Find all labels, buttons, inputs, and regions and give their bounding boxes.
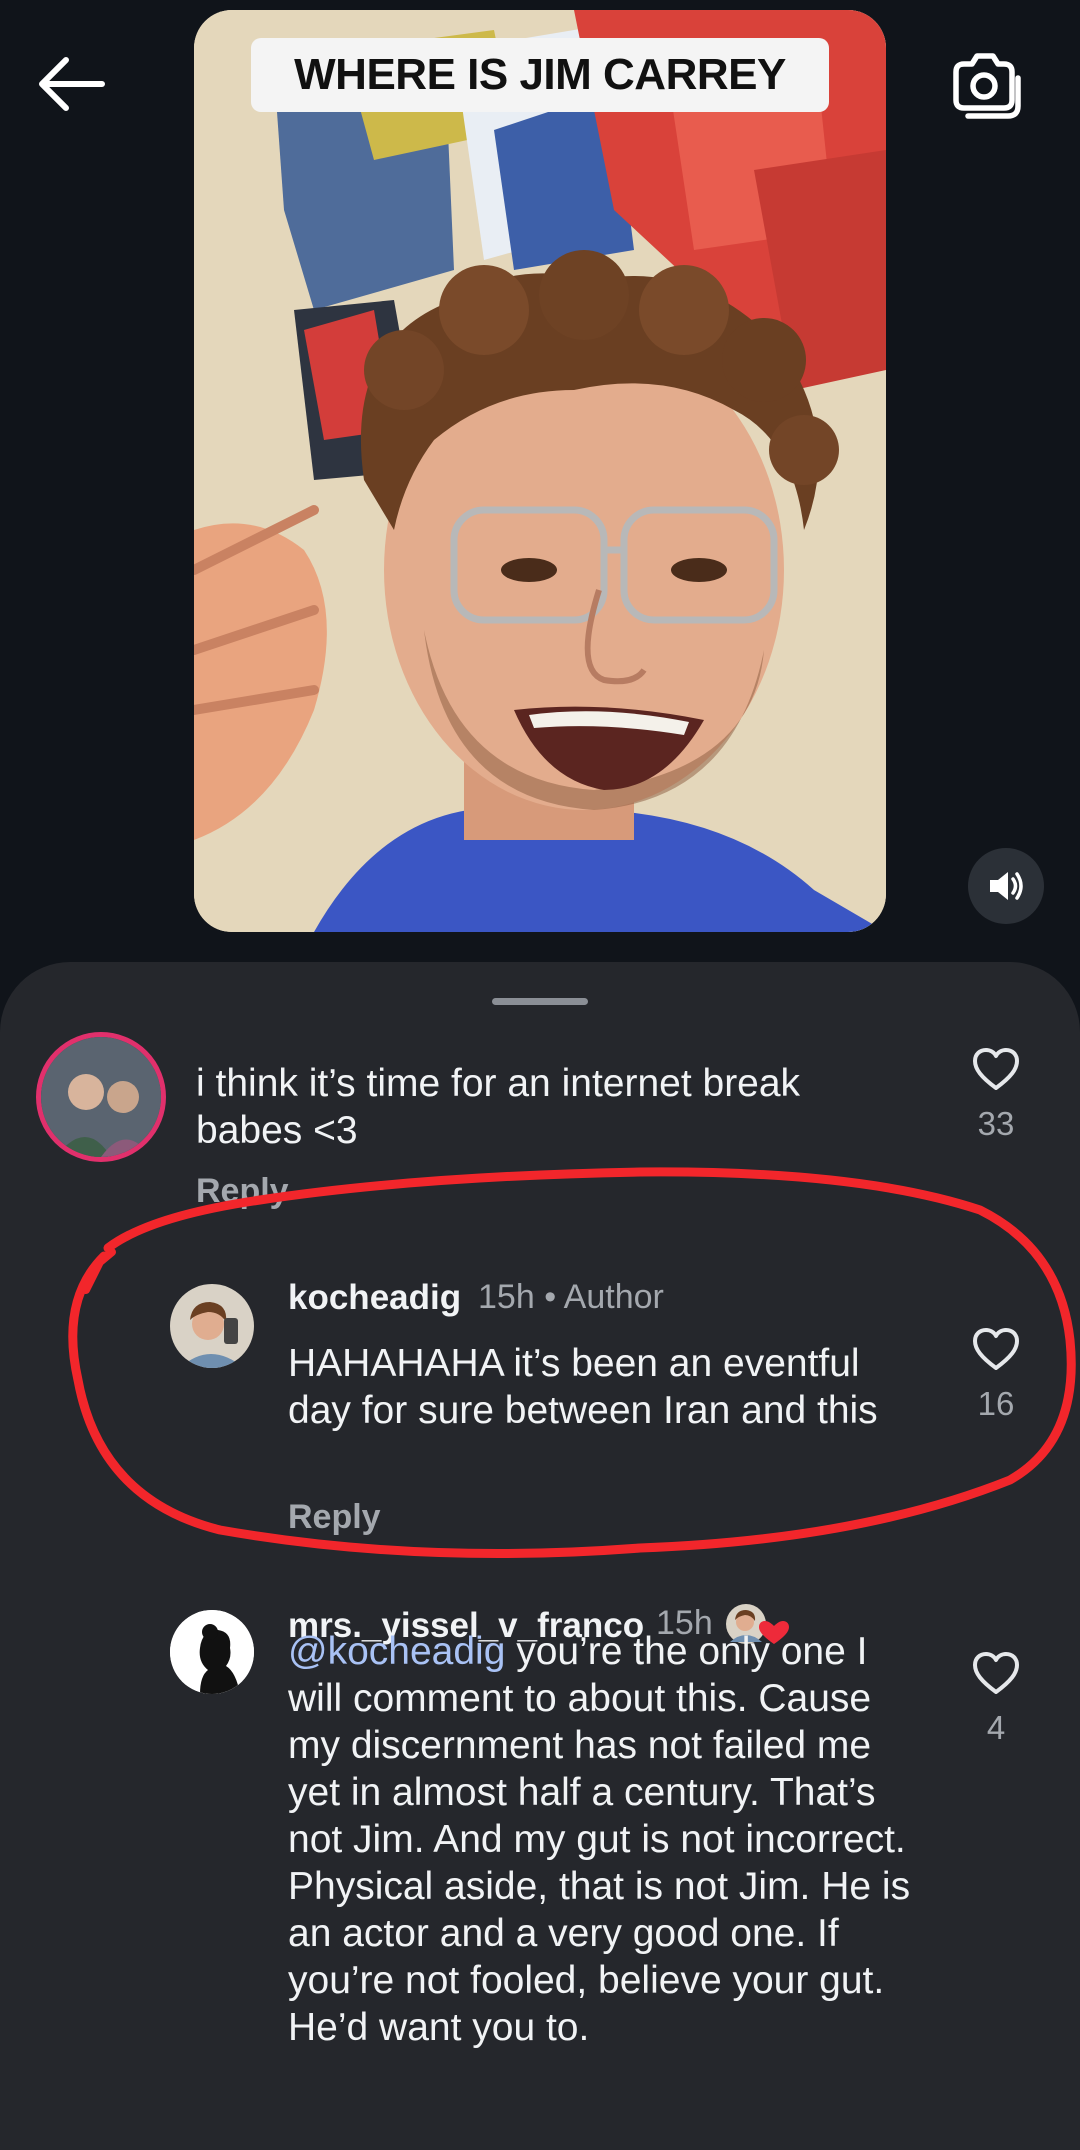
comment-meta: 15h • Author	[478, 1278, 664, 1317]
comment-text: HAHAHAHA it’s been an eventful day for s…	[288, 1342, 878, 1432]
arrow-left-icon	[39, 57, 105, 111]
back-button[interactable]	[36, 52, 108, 116]
heart-outline-icon	[973, 1328, 1019, 1370]
comment-text: i think it’s time for an internet break …	[196, 1062, 801, 1152]
reply-button[interactable]: Reply	[288, 1498, 381, 1537]
comment-body: you’re the only one I will comment to ab…	[288, 1630, 911, 2049]
like-button[interactable]: 16	[964, 1326, 1028, 1423]
heart-outline-icon	[973, 1048, 1019, 1090]
like-count: 4	[986, 1709, 1006, 1746]
mention-link[interactable]: @kocheadig	[288, 1630, 505, 1673]
timestamp: 15h	[478, 1278, 535, 1316]
avatar-photo	[41, 1037, 161, 1157]
avatar[interactable]	[36, 1032, 166, 1162]
username[interactable]: kocheadig	[288, 1278, 461, 1318]
like-count: 33	[977, 1105, 1015, 1142]
meta-separator: •	[544, 1278, 557, 1316]
reply-button[interactable]: Reply	[196, 1172, 289, 1211]
sheet-drag-handle[interactable]	[492, 998, 588, 1005]
mute-button[interactable]	[968, 848, 1044, 924]
avatar[interactable]	[170, 1610, 254, 1694]
comments-sheet[interactable]: i think it’s time for an internet break …	[0, 962, 1080, 2150]
comment-text: @kocheadig you’re the only one I will co…	[288, 1628, 928, 2051]
avatar[interactable]	[170, 1284, 254, 1368]
camera-icon	[953, 53, 1021, 119]
video-frame	[194, 10, 886, 932]
video-player[interactable]: WHERE IS JIM CARREY	[194, 10, 886, 932]
speaker-icon	[990, 872, 1023, 900]
camera-button[interactable]	[946, 50, 1022, 120]
video-caption: WHERE IS JIM CARREY	[251, 38, 829, 112]
heart-outline-icon	[973, 1652, 1019, 1694]
like-button[interactable]: 4	[964, 1650, 1028, 1747]
silhouette-avatar-icon	[170, 1610, 254, 1694]
like-count: 16	[977, 1385, 1015, 1422]
author-badge: Author	[563, 1278, 664, 1316]
avatar-photo	[170, 1284, 254, 1368]
like-button[interactable]: 33	[964, 1046, 1028, 1143]
reel-viewer: WHERE IS JIM CARREY	[0, 0, 1080, 962]
